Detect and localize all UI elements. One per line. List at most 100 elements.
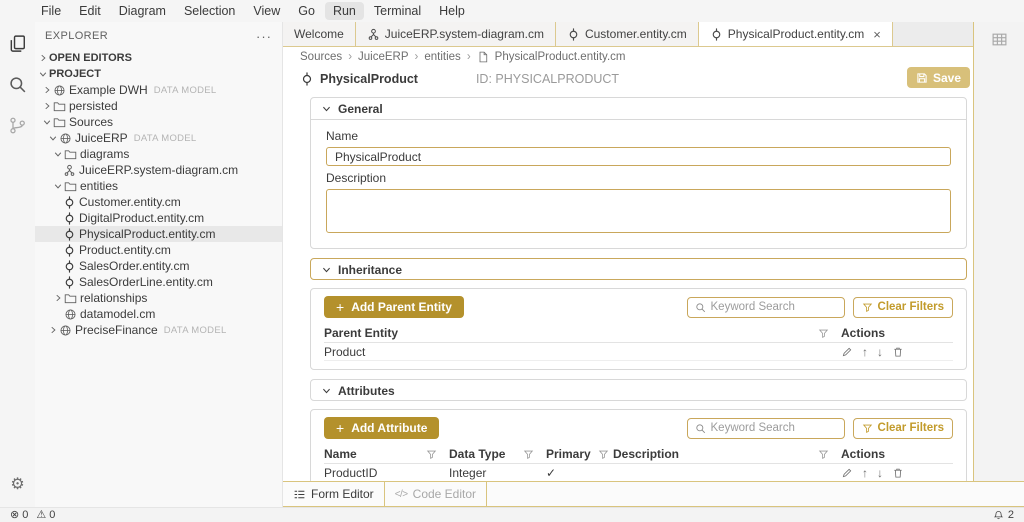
col-data-type: Data Type	[449, 447, 546, 461]
filter-icon[interactable]	[818, 328, 829, 339]
tree-item-product-entity[interactable]: Product.entity.cm	[35, 242, 282, 258]
section-general-header[interactable]: General	[311, 98, 966, 119]
move-up-icon[interactable]: ↑	[862, 467, 868, 479]
tab-form-editor[interactable]: Form Editor	[283, 482, 385, 506]
tree-item-entities[interactable]: entities	[35, 178, 282, 194]
tree-label: JuiceERP	[75, 131, 128, 145]
edit-icon[interactable]	[841, 467, 853, 479]
column-label: Actions	[841, 326, 885, 340]
col-primary: Primary	[546, 447, 613, 461]
tree-item-persisted[interactable]: persisted	[35, 98, 282, 114]
errors-status[interactable]: ⊗ 0	[10, 509, 28, 521]
name-field[interactable]	[326, 147, 951, 166]
filter-icon	[862, 302, 873, 313]
breadcrumb-file[interactable]: PhysicalProduct.entity.cm	[495, 51, 626, 63]
clear-filters-button[interactable]: Clear Filters	[853, 297, 953, 318]
menu-selection[interactable]: Selection	[176, 2, 243, 20]
tree-item-diagrams[interactable]: diagrams	[35, 146, 282, 162]
edit-icon[interactable]	[841, 346, 853, 358]
keyword-search-input[interactable]	[711, 301, 837, 313]
diagram-icon	[63, 164, 76, 177]
description-field[interactable]	[326, 189, 951, 233]
tree-item-physicalproduct-entity[interactable]: PhysicalProduct.entity.cm	[35, 226, 282, 242]
filter-icon[interactable]	[818, 449, 829, 460]
move-down-icon[interactable]: ↓	[877, 346, 883, 358]
files-icon[interactable]	[8, 34, 27, 53]
attributes-toolbar: + Add Attribute Clear Filters	[324, 417, 953, 439]
menu-run[interactable]: Run	[325, 2, 364, 20]
tab-customer-entity[interactable]: Customer.entity.cm	[556, 22, 699, 46]
explorer-more-actions-icon[interactable]: ···	[256, 29, 272, 44]
tree-item-datamodel[interactable]: datamodel.cm	[35, 306, 282, 322]
menu-file[interactable]: File	[33, 2, 69, 20]
tree-section-project[interactable]: PROJECT	[35, 66, 282, 82]
folder-icon	[64, 180, 77, 193]
menu-help[interactable]: Help	[431, 2, 473, 20]
section-attributes-header[interactable]: Attributes	[311, 380, 966, 401]
entity-icon	[63, 228, 76, 241]
col-parent-entity: Parent Entity	[324, 326, 841, 340]
source-control-icon[interactable]	[8, 116, 27, 135]
tree-label: Sources	[69, 115, 113, 129]
button-label: Clear Filters	[878, 301, 944, 313]
filter-icon[interactable]	[426, 449, 437, 460]
move-up-icon[interactable]: ↑	[862, 346, 868, 358]
section-title: General	[338, 102, 383, 116]
delete-icon[interactable]	[892, 346, 904, 358]
chevron-right-icon	[42, 101, 52, 111]
breadcrumb-sources[interactable]: Sources	[300, 51, 342, 63]
tab-welcome[interactable]: Welcome	[283, 22, 356, 46]
explorer-header: EXPLORER ···	[35, 22, 282, 50]
tree-item-precisefinance[interactable]: PreciseFinance DATA MODEL	[35, 322, 282, 338]
chevron-down-icon	[53, 149, 63, 159]
tree-item-sources[interactable]: Sources	[35, 114, 282, 130]
menu-diagram[interactable]: Diagram	[111, 2, 174, 20]
warnings-status[interactable]: ⚠ 0	[36, 509, 55, 521]
tree-label: DigitalProduct.entity.cm	[79, 211, 204, 225]
chevron-right-icon	[42, 85, 52, 95]
tab-system-diagram[interactable]: JuiceERP.system-diagram.cm	[356, 22, 556, 46]
entity-icon	[567, 28, 580, 41]
tree-item-salesorder-entity[interactable]: SalesOrder.entity.cm	[35, 258, 282, 274]
delete-icon[interactable]	[892, 467, 904, 479]
breadcrumb-juiceerp[interactable]: JuiceERP	[358, 51, 409, 63]
table-view-icon[interactable]	[991, 31, 1008, 48]
tree-item-example-dwh[interactable]: Example DWH DATA MODEL	[35, 82, 282, 98]
tree-section-open-editors[interactable]: OPEN EDITORS	[35, 50, 282, 66]
clear-filters-button[interactable]: Clear Filters	[853, 418, 953, 439]
menu-edit[interactable]: Edit	[71, 2, 109, 20]
filter-icon[interactable]	[598, 449, 609, 460]
bell-icon	[993, 510, 1004, 521]
tree-item-system-diagram[interactable]: JuiceERP.system-diagram.cm	[35, 162, 282, 178]
folder-icon	[64, 292, 77, 305]
tree-label: SalesOrder.entity.cm	[79, 259, 189, 273]
filter-icon[interactable]	[523, 449, 534, 460]
close-icon[interactable]: ×	[873, 27, 881, 42]
menu-terminal[interactable]: Terminal	[366, 2, 429, 20]
settings-gear-icon[interactable]: ⚙	[10, 477, 24, 493]
inheritance-row-product[interactable]: Product ↑ ↓	[324, 343, 953, 361]
column-label: Actions	[841, 447, 885, 461]
tree-item-salesorderline-entity[interactable]: SalesOrderLine.entity.cm	[35, 274, 282, 290]
tree-item-digitalproduct-entity[interactable]: DigitalProduct.entity.cm	[35, 210, 282, 226]
tab-code-editor[interactable]: </> Code Editor	[385, 482, 487, 506]
breadcrumb-entities[interactable]: entities	[424, 51, 460, 63]
search-icon[interactable]	[8, 75, 27, 94]
col-name: Name	[324, 447, 449, 461]
tree-item-juiceerp[interactable]: JuiceERP DATA MODEL	[35, 130, 282, 146]
keyword-search-input[interactable]	[711, 422, 837, 434]
notifications-status[interactable]: 2	[993, 509, 1014, 521]
tab-physicalproduct-entity[interactable]: PhysicalProduct.entity.cm ×	[699, 22, 893, 46]
add-parent-entity-button[interactable]: + Add Parent Entity	[324, 296, 464, 318]
menu-go[interactable]: Go	[290, 2, 323, 20]
save-button[interactable]: Save	[907, 67, 970, 88]
tree-label: persisted	[69, 99, 118, 113]
tree-item-customer-entity[interactable]: Customer.entity.cm	[35, 194, 282, 210]
add-attribute-button[interactable]: + Add Attribute	[324, 417, 439, 439]
section-inheritance-header[interactable]: Inheritance	[311, 259, 966, 280]
tree-item-relationships[interactable]: relationships	[35, 290, 282, 306]
attribute-row-productid[interactable]: ProductID Integer ✓ ↑ ↓	[324, 464, 953, 482]
tree-label: diagrams	[80, 147, 129, 161]
move-down-icon[interactable]: ↓	[877, 467, 883, 479]
menu-view[interactable]: View	[245, 2, 288, 20]
